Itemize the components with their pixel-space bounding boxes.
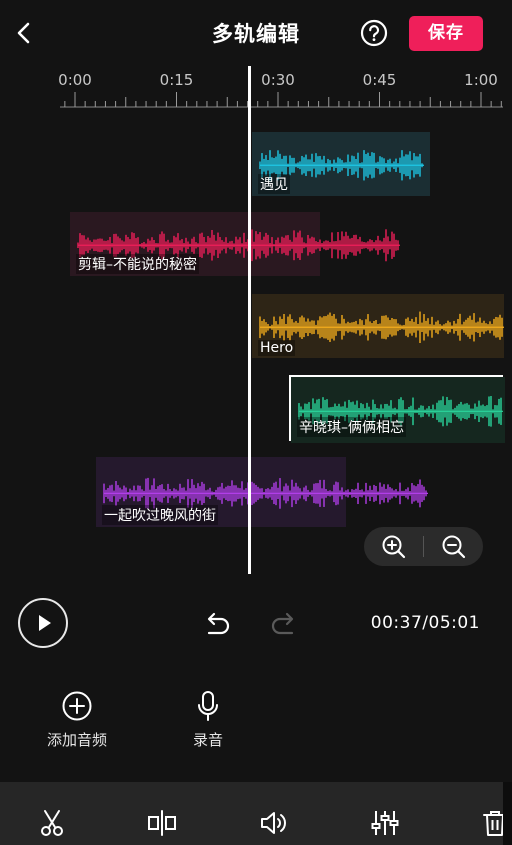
timeline-ruler[interactable]: 0:00 0:15 0:30 0:45 1:00 (0, 64, 512, 114)
track-name: Hero (258, 340, 296, 356)
volume-icon[interactable] (259, 808, 289, 838)
track-name: 辛晓琪–俩俩相忘 (297, 417, 406, 437)
zoom-in-icon[interactable] (381, 534, 407, 560)
audio-track[interactable]: 遇见 (252, 132, 430, 196)
audio-track[interactable]: Hero (252, 294, 504, 358)
record-label: 录音 (192, 731, 223, 749)
bottom-toolbar (0, 782, 507, 845)
scissors-icon[interactable] (37, 808, 67, 838)
play-button[interactable] (18, 598, 68, 648)
ruler-ticks (60, 92, 503, 108)
audio-track[interactable]: 辛晓琪–俩俩相忘 (289, 375, 505, 443)
zoom-out-icon[interactable] (441, 534, 467, 560)
redo-icon[interactable] (268, 608, 300, 638)
add-audio-label: 添加音频 (46, 731, 107, 749)
undo-icon[interactable] (201, 608, 233, 638)
add-circle-icon (62, 691, 92, 721)
play-icon (39, 615, 51, 631)
record-button[interactable]: 录音 (163, 690, 253, 750)
split-icon[interactable] (147, 808, 177, 838)
track-name: 遇见 (258, 174, 290, 194)
audio-track[interactable]: 剪辑–不能说的秘密 (70, 212, 400, 276)
zoom-divider (423, 536, 424, 557)
microphone-icon (198, 691, 218, 721)
track-name: 一起吹过晚风的街 (102, 505, 218, 525)
save-button[interactable]: 保存 (409, 16, 483, 51)
help-icon[interactable] (360, 19, 388, 47)
add-audio-button[interactable]: 添加音频 (32, 690, 122, 750)
track-name: 剪辑–不能说的秘密 (76, 254, 199, 274)
scroll-strip (503, 782, 512, 845)
audio-track[interactable]: 一起吹过晚风的街 (96, 457, 428, 527)
time-display: 00:37/05:01 (370, 613, 480, 633)
back-icon[interactable] (10, 18, 38, 48)
mixer-icon[interactable] (370, 808, 400, 838)
top-bar: 多轨编辑 保存 (0, 0, 512, 66)
playhead[interactable] (248, 66, 251, 574)
zoom-controls (364, 527, 483, 566)
